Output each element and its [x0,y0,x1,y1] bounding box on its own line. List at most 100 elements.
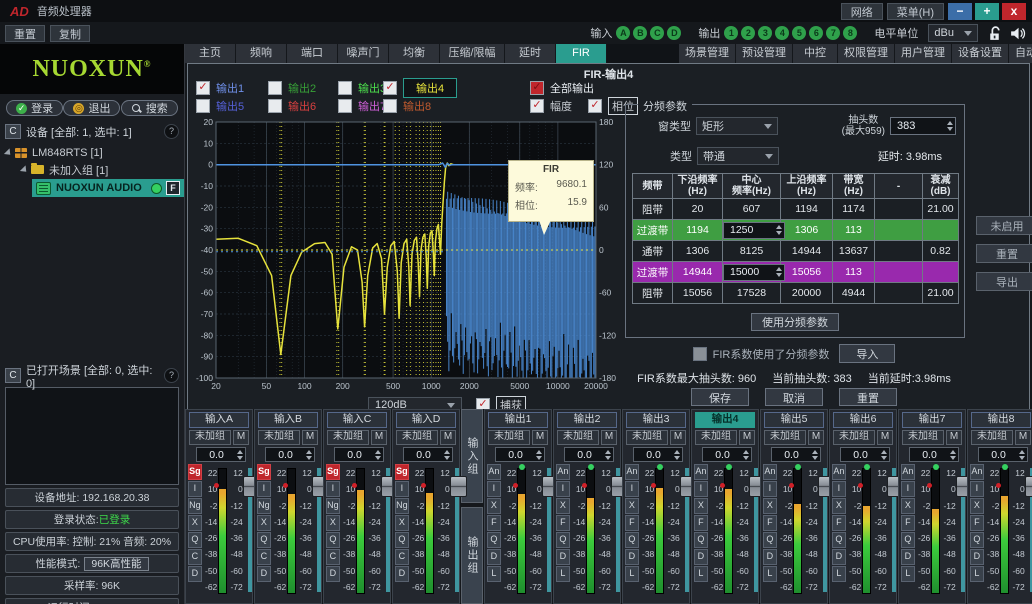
action-button-取消[interactable]: 取消 [765,388,823,406]
badge-X[interactable]: X [694,498,708,514]
mute-button[interactable]: M [532,430,548,445]
spinner-arrows[interactable] [743,450,749,460]
group-button[interactable]: 未加组 [626,430,668,445]
device-collapse-box[interactable]: C [5,124,21,139]
badge-Ng[interactable]: Ng [188,498,202,514]
gain-spinner[interactable]: 0.0 [403,447,453,462]
spinner-arrows[interactable] [881,450,887,460]
badge-F[interactable]: F [625,515,639,531]
fader-track[interactable] [685,468,689,592]
badge-An[interactable]: An [556,464,570,480]
channel-name-button[interactable]: 输出1 [488,412,548,428]
badge-L[interactable]: L [970,566,984,582]
all-outputs-checkbox[interactable]: ✓ [530,81,544,95]
channel-toggle-输出1[interactable]: ✓输出1 [196,80,244,96]
badge-X[interactable]: X [625,498,639,514]
tab-噪声门[interactable]: 噪声门 [338,44,389,63]
badge-An[interactable]: An [625,464,639,480]
badge-F[interactable]: F [763,515,777,531]
badge-L[interactable]: L [556,566,570,582]
badge-X[interactable]: X [901,498,915,514]
badge-Q[interactable]: Q [832,532,846,548]
scene-collapse-box[interactable]: C [5,368,21,383]
badge-X[interactable]: X [257,515,271,531]
badge-Ng[interactable]: Ng [395,498,409,514]
mute-button[interactable]: M [440,430,456,445]
group-button[interactable]: 未加组 [258,430,300,445]
badge-F[interactable]: F [901,515,915,531]
fader-track[interactable] [754,468,758,592]
badge-I[interactable]: I [395,481,409,497]
side-button-导出[interactable]: 导出 [976,272,1032,291]
spinner-arrows[interactable] [536,450,542,460]
tab-端口[interactable]: 端口 [287,44,338,63]
group-button[interactable]: 未加组 [327,430,369,445]
fader-track[interactable] [616,468,620,592]
mute-button[interactable]: M [371,430,387,445]
channel-toggle-输出4[interactable]: ✓输出4 [383,80,457,96]
badge-D[interactable]: D [188,566,202,582]
fader-track[interactable] [248,468,252,592]
channel-toggle-输出3[interactable]: 输出3 [338,80,386,96]
spinner-arrows[interactable] [605,450,611,460]
fader-track[interactable] [892,468,896,592]
tab-FIR[interactable]: FIR [556,44,607,63]
badge-X[interactable]: X [970,498,984,514]
channel-checkbox[interactable] [383,99,397,113]
spinner-arrows[interactable] [1019,450,1025,460]
badge-F[interactable]: F [832,515,846,531]
channel-name-button[interactable]: 输出3 [626,412,686,428]
mute-button[interactable]: M [1015,430,1031,445]
badge-I[interactable]: I [763,481,777,497]
badge-D[interactable]: D [556,549,570,565]
gain-spinner[interactable]: 0.0 [633,447,683,462]
channel-checkbox[interactable]: ✓ [196,81,210,95]
badge-C[interactable]: C [188,549,202,565]
spinner-arrows[interactable] [812,450,818,460]
tab-频响[interactable]: 频响 [236,44,287,63]
gain-spinner[interactable]: 0.0 [265,447,315,462]
speaker-icon[interactable] [1009,25,1026,42]
badge-Sg[interactable]: Sg [395,464,409,480]
tab-主页[interactable]: 主页 [185,44,236,63]
badge-I[interactable]: I [625,481,639,497]
badge-Ng[interactable]: Ng [326,498,340,514]
tab-中控[interactable]: 中控 [793,44,838,63]
group-button[interactable]: 未加组 [695,430,737,445]
badge-D[interactable]: D [901,549,915,565]
badge-I[interactable]: I [694,481,708,497]
performance-mode-button[interactable]: 96K高性能 [84,557,148,571]
mute-button[interactable]: M [946,430,962,445]
action-button-重置[interactable]: 重置 [839,388,897,406]
window-type-select[interactable]: 矩形 [696,117,778,135]
channel-checkbox[interactable] [196,99,210,113]
mute-button[interactable]: M [601,430,617,445]
badge-Sg[interactable]: Sg [257,464,271,480]
tab-权限管理[interactable]: 权限管理 [838,44,895,63]
badge-D[interactable]: D [395,566,409,582]
lock-open-icon[interactable] [986,25,1003,42]
badge-F[interactable]: F [487,515,501,531]
badge-X[interactable]: X [763,498,777,514]
tab-均衡[interactable]: 均衡 [389,44,440,63]
badge-D[interactable]: D [257,566,271,582]
badge-I[interactable]: I [326,481,340,497]
network-button[interactable]: 网络 [841,3,883,20]
gain-spinner[interactable]: 0.0 [909,447,959,462]
badge-D[interactable]: D [763,549,777,565]
badge-L[interactable]: L [625,566,639,582]
gain-spinner[interactable]: 0.0 [334,447,384,462]
action-button-保存[interactable]: 保存 [691,388,749,406]
badge-Q[interactable]: Q [970,532,984,548]
badge-Q[interactable]: Q [188,532,202,548]
badge-Q[interactable]: Q [625,532,639,548]
mute-button[interactable]: M [739,430,755,445]
fader-track[interactable] [961,468,965,592]
badge-Q[interactable]: Q [556,532,570,548]
fader-track[interactable] [547,468,551,592]
badge-L[interactable]: L [487,566,501,582]
channel-checkbox[interactable]: ✓ [383,81,397,95]
badge-I[interactable]: I [257,481,271,497]
level-unit-select[interactable]: dBu [928,24,978,42]
gain-spinner[interactable]: 0.0 [702,447,752,462]
